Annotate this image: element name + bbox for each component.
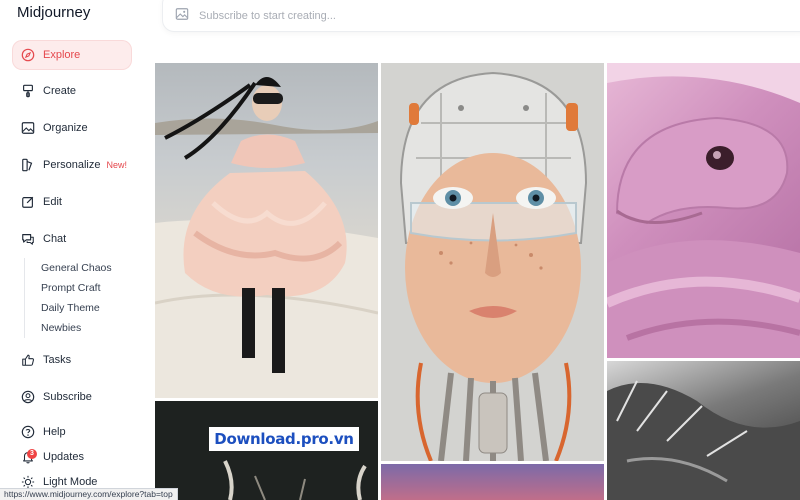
desert-dancer-art xyxy=(155,76,378,398)
chat-room-list: General Chaos Prompt Craft Daily Theme N… xyxy=(24,258,112,338)
gallery-image-desert-dancer[interactable] xyxy=(155,63,378,398)
gallery-image-furry-creature[interactable] xyxy=(607,361,800,500)
nav-explore-label: Explore xyxy=(43,49,81,61)
help-circle-icon xyxy=(20,425,35,440)
nav-subscribe-label: Subscribe xyxy=(43,391,92,403)
edit-icon xyxy=(20,195,35,210)
image-upload-icon[interactable] xyxy=(175,7,189,26)
nav-tasks-label: Tasks xyxy=(43,354,72,366)
nav-subscribe[interactable]: Subscribe xyxy=(12,382,132,412)
chat-room-general-chaos[interactable]: General Chaos xyxy=(41,258,112,278)
gallery-image-cyborg-face[interactable] xyxy=(381,63,604,461)
nav-help-label: Help xyxy=(43,426,66,438)
nav-updates-label: Updates xyxy=(43,451,84,463)
brush-icon xyxy=(20,84,35,99)
furry-creature-art xyxy=(607,380,800,500)
nav-chat-label: Chat xyxy=(43,233,67,245)
nav-edit[interactable]: Edit xyxy=(12,187,132,217)
nav-light-mode-label: Light Mode xyxy=(43,476,98,488)
nav-organize[interactable]: Organize xyxy=(12,113,132,143)
compass-icon xyxy=(20,48,35,63)
nav-tasks[interactable]: Tasks xyxy=(12,345,132,375)
chat-bubble-icon xyxy=(20,232,35,247)
thumbs-up-icon xyxy=(20,353,35,368)
nav-chat[interactable]: Chat xyxy=(12,224,132,254)
nav-personalize-label: Personalize xyxy=(43,159,101,171)
updates-count-badge: 3 xyxy=(27,449,37,459)
new-badge: New! xyxy=(106,160,127,170)
cyborg-face-art xyxy=(381,63,604,461)
midjourney-app: Midjourney Explore Create Organize Perso… xyxy=(0,0,800,500)
chat-room-daily-theme[interactable]: Daily Theme xyxy=(41,298,112,318)
prompt-bar[interactable] xyxy=(162,0,800,32)
palette-icon xyxy=(20,158,35,173)
chat-room-prompt-craft[interactable]: Prompt Craft xyxy=(41,278,112,298)
user-circle-icon xyxy=(20,390,35,405)
gallery-image-purple-scene[interactable] xyxy=(381,464,604,500)
watermark-download-pro: Download.pro.vn xyxy=(209,427,359,451)
nav-personalize[interactable]: Personalize New! xyxy=(12,150,132,180)
chat-room-newbies[interactable]: Newbies xyxy=(41,318,112,338)
image-icon xyxy=(20,121,35,136)
gallery-image-pink-snake[interactable] xyxy=(607,63,800,358)
nav-organize-label: Organize xyxy=(43,122,88,134)
browser-status-url: https://www.midjourney.com/explore?tab=t… xyxy=(0,488,178,500)
brand-logo[interactable]: Midjourney xyxy=(17,4,90,21)
nav-create-label: Create xyxy=(43,85,77,97)
sidebar: Midjourney Explore Create Organize Perso… xyxy=(0,0,150,500)
pink-snake-art xyxy=(607,63,800,358)
nav-explore[interactable]: Explore xyxy=(12,40,132,70)
nav-create[interactable]: Create xyxy=(12,76,132,106)
prompt-input[interactable] xyxy=(199,10,599,22)
nav-edit-label: Edit xyxy=(43,196,62,208)
